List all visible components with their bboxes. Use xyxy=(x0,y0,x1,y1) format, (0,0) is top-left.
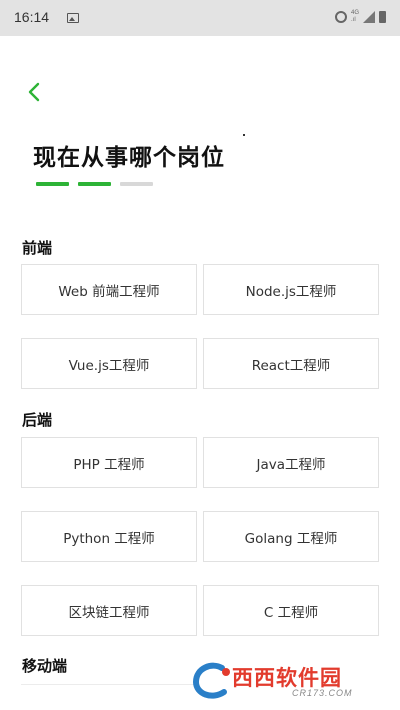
job-option-golang[interactable]: Golang 工程师 xyxy=(203,511,379,562)
status-time: 16:14 xyxy=(14,9,50,25)
job-option-nodejs[interactable]: Node.js工程师 xyxy=(203,264,379,315)
status-bar: 16:14 4G .ıl xyxy=(0,0,400,36)
status-icons: 4G .ıl xyxy=(334,10,386,24)
watermark-subtext: CR173.COM xyxy=(292,688,353,698)
job-option-web-frontend[interactable]: Web 前端工程师 xyxy=(21,264,197,315)
image-notification-icon xyxy=(67,13,79,23)
next-option-edge xyxy=(21,684,197,685)
watermark: 西西软件园 CR173.COM xyxy=(192,658,382,702)
signal-icon xyxy=(363,11,375,23)
chevron-left-icon xyxy=(28,82,40,102)
alarm-icon xyxy=(334,11,347,23)
page-title: 现在从事哪个岗位 xyxy=(33,145,225,171)
section-heading-frontend: 前端 xyxy=(22,239,53,257)
progress-step-1 xyxy=(36,182,69,186)
section-heading-mobile: 移动端 xyxy=(22,657,68,675)
network-label: 4G .ıl xyxy=(350,10,359,23)
job-option-php[interactable]: PHP 工程师 xyxy=(21,437,197,488)
job-option-python[interactable]: Python 工程师 xyxy=(21,511,197,562)
battery-icon xyxy=(379,11,386,23)
progress-indicator xyxy=(36,182,153,186)
progress-step-2 xyxy=(78,182,111,186)
title-mark xyxy=(243,134,245,136)
job-option-java[interactable]: Java工程师 xyxy=(203,437,379,488)
progress-step-3 xyxy=(120,182,153,186)
back-button[interactable] xyxy=(22,78,50,106)
job-option-blockchain[interactable]: 区块链工程师 xyxy=(21,585,197,636)
watermark-logo-icon xyxy=(192,662,230,699)
job-option-vuejs[interactable]: Vue.js工程师 xyxy=(21,338,197,389)
job-option-react[interactable]: React工程师 xyxy=(203,338,379,389)
section-heading-backend: 后端 xyxy=(22,411,53,429)
job-option-c[interactable]: C 工程师 xyxy=(203,585,379,636)
